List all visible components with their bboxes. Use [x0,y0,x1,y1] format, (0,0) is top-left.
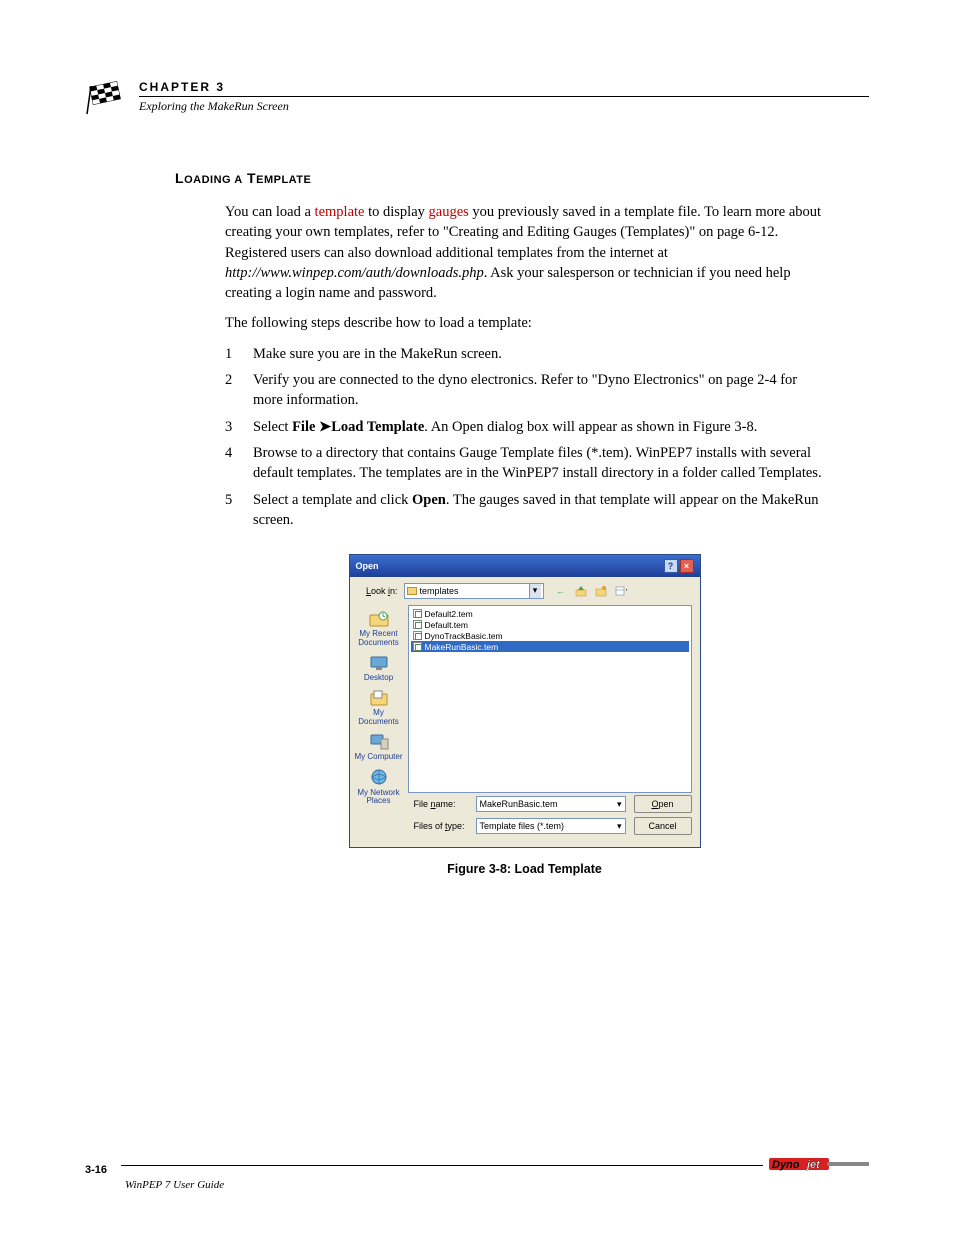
list-item[interactable]: MakeRunBasic.tem [411,641,689,652]
step-3: Select File ➤Load Template. An Open dial… [225,417,824,437]
step-2: Verify you are connected to the dyno ele… [225,370,824,411]
open-dialog: Open ? × Look in: templates ▾ ← [349,554,701,848]
file-list[interactable]: Default2.tem Default.tem DynoTrackBasic.… [408,605,692,793]
steps-list: Make sure you are in the MakeRun screen.… [225,344,824,530]
intro-paragraph: You can load a template to display gauge… [225,202,824,303]
chevron-down-icon[interactable]: ▾ [529,584,541,598]
chevron-down-icon[interactable]: ▾ [617,821,622,832]
content-area: LOADING A TEMPLATE You can load a templa… [175,170,824,892]
chapter-label: CHAPTER 3 [139,80,869,97]
place-computer[interactable]: My Computer [353,732,405,761]
file-icon [413,609,422,618]
section-title: LOADING A TEMPLATE [175,170,824,186]
template-link[interactable]: template [315,204,365,220]
brand-logo: Dyno jet [769,1155,869,1173]
list-item[interactable]: Default.tem [411,619,689,630]
filename-field[interactable]: MakeRunBasic.tem ▾ [476,796,626,812]
new-folder-icon[interactable] [594,584,608,598]
download-url: http://www.winpep.com/auth/downloads.php [225,265,484,281]
page-header: CHAPTER 3 Exploring the MakeRun Screen [85,80,869,116]
computer-icon [367,732,391,752]
list-item[interactable]: Default2.tem [411,608,689,619]
guide-label: WinPEP 7 User Guide [125,1179,869,1191]
chevron-down-icon[interactable]: ▾ [617,799,622,810]
list-item[interactable]: DynoTrackBasic.tem [411,630,689,641]
lookin-combo[interactable]: templates ▾ [404,583,544,599]
back-icon[interactable]: ← [554,584,568,598]
network-icon [367,768,391,788]
page-footer: 3-16 Dyno jet WinPEP 7 User Guide [85,1155,869,1191]
dialog-titlebar: Open ? × [350,555,700,577]
step-4: Browse to a directory that contains Gaug… [225,443,824,484]
figure-caption: Figure 3-8: Load Template [349,862,701,876]
place-documents[interactable]: My Documents [353,688,405,726]
close-icon[interactable]: × [680,559,694,573]
page-number: 3-16 [85,1164,115,1176]
place-desktop[interactable]: Desktop [353,653,405,682]
step-1: Make sure you are in the MakeRun screen. [225,344,824,364]
gauges-link[interactable]: gauges [429,204,469,220]
documents-icon [367,688,391,708]
place-recent[interactable]: My Recent Documents [353,609,405,647]
file-icon [413,620,422,629]
folder-icon [407,587,417,595]
filename-label: File name: [414,799,468,809]
place-network[interactable]: My Network Places [353,768,405,806]
flag-icon [85,80,129,116]
intro-lead: The following steps describe how to load… [225,313,824,333]
file-icon [413,642,422,651]
file-icon [413,631,422,640]
dialog-toolbar: Look in: templates ▾ ← [350,577,700,605]
cancel-button[interactable]: Cancel [634,817,692,835]
dialog-title: Open [356,561,662,571]
svg-text:jet: jet [805,1159,821,1171]
help-icon[interactable]: ? [664,559,678,573]
desktop-icon [367,653,391,673]
up-icon[interactable] [574,584,588,598]
filetype-label: Files of type: [414,821,468,831]
recent-icon [367,609,391,629]
filetype-combo[interactable]: Template files (*.tem) ▾ [476,818,626,834]
step-5: Select a template and click Open. The ga… [225,490,824,531]
views-icon[interactable] [614,584,628,598]
open-dialog-figure: Open ? × Look in: templates ▾ ← [349,554,701,876]
chapter-subtitle: Exploring the MakeRun Screen [139,99,869,114]
lookin-label: Look in: [358,586,398,596]
svg-text:Dyno: Dyno [772,1159,800,1171]
places-bar: My Recent Documents Desktop My Documents [350,605,408,793]
open-button[interactable]: Open [634,795,692,813]
